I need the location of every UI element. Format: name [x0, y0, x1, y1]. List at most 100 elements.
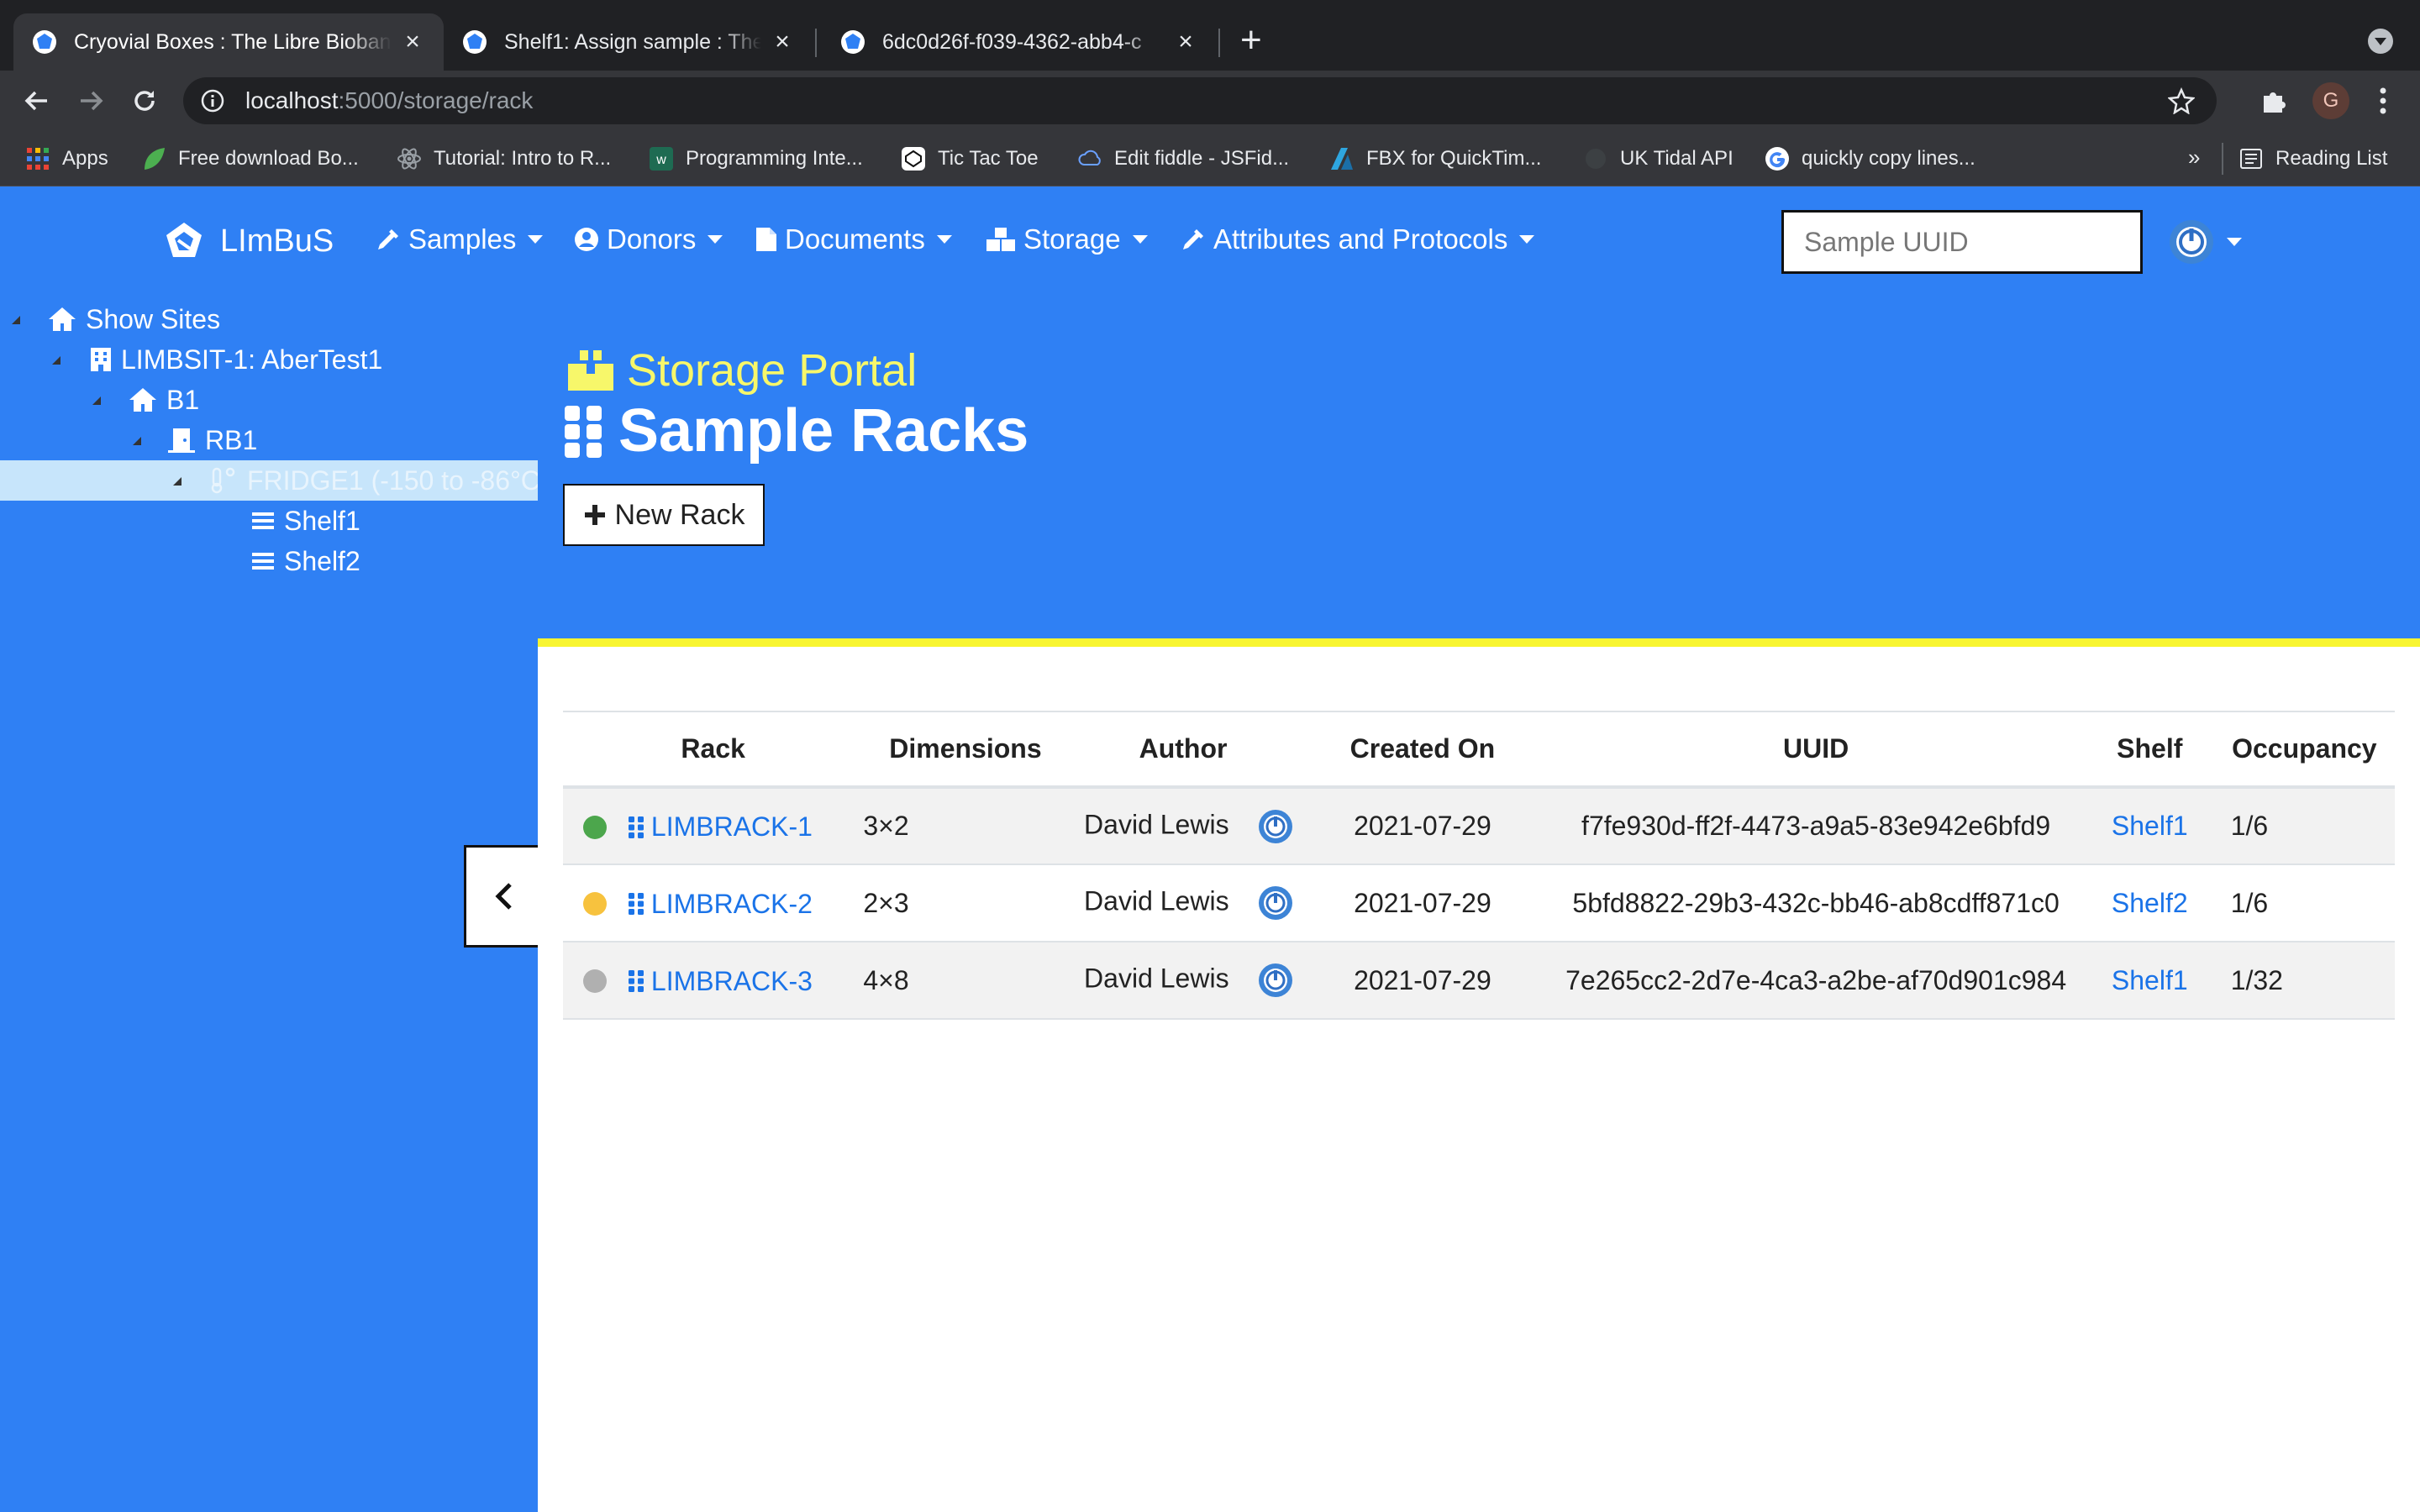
bookmark-item[interactable]: w Programming Inte...: [649, 143, 863, 175]
column-header[interactable]: UUID: [1546, 711, 2086, 789]
table-row: LIMBRACK-3 4×8 David Lewis 2021-07-29 7e…: [563, 942, 2395, 1020]
menu-storage[interactable]: Storage: [985, 223, 1148, 255]
occupancy-cell: 1/32: [2213, 942, 2395, 1020]
tree-node-site[interactable]: LIMBSIT-1: AberTest1: [0, 339, 538, 380]
back-button[interactable]: [18, 82, 55, 119]
menu-samples[interactable]: Samples: [375, 223, 544, 255]
menu-label: Samples: [408, 223, 517, 255]
eyedropper-icon: [1183, 229, 1203, 249]
status-dot-icon: [583, 815, 607, 839]
limbus-favicon-icon: [841, 30, 865, 54]
author-cell: David Lewis: [1067, 787, 1299, 865]
bookmark-item[interactable]: UK Tidal API: [1583, 143, 1733, 175]
tree-node-fridge[interactable]: FRIDGE1 (-150 to -86°C): [0, 460, 538, 501]
tree-node-root[interactable]: Show Sites: [0, 299, 538, 339]
document-icon: [756, 228, 776, 251]
sidebar-collapse-button[interactable]: [464, 845, 539, 948]
tree-label: Shelf1: [284, 505, 360, 536]
author-cell: David Lewis: [1067, 864, 1299, 942]
react-atom-icon: [397, 148, 421, 170]
tree-label: FRIDGE1 (-150 to -86°C): [247, 465, 538, 496]
browser-tab-3[interactable]: 6dc0d26f-f039-4362-abb4-c ×: [822, 13, 1217, 71]
bookmark-item[interactable]: FBX for QuickTim...: [1329, 143, 1541, 175]
sample-uuid-search-input[interactable]: [1781, 210, 2143, 274]
reading-list-button[interactable]: Reading List: [2238, 143, 2387, 175]
bookmark-apps[interactable]: Apps: [25, 143, 108, 175]
bookmark-label: Edit fiddle - JSFid...: [1114, 147, 1290, 170]
reload-button[interactable]: [126, 82, 163, 119]
tab-search-icon[interactable]: [2368, 29, 2393, 54]
user-circle-icon: [575, 228, 598, 251]
page-title-text: Sample Racks: [618, 397, 1029, 465]
created-on-cell: 2021-07-29: [1298, 787, 1547, 865]
menu-documents[interactable]: Documents: [755, 223, 952, 255]
info-icon[interactable]: [200, 88, 225, 113]
boxes-icon: [986, 228, 1015, 251]
column-header[interactable]: Occupancy: [2213, 711, 2395, 789]
url-path: :5000/storage/rack: [338, 87, 534, 113]
tab-close-icon[interactable]: ×: [770, 28, 795, 56]
tab-close-icon[interactable]: ×: [400, 28, 425, 56]
created-on-cell: 2021-07-29: [1298, 864, 1547, 942]
shelf-link[interactable]: Shelf1: [2112, 965, 2188, 995]
tree-node-room[interactable]: RB1: [0, 420, 538, 460]
user-menu[interactable]: [2168, 218, 2242, 265]
tree-expand-icon[interactable]: [52, 356, 60, 365]
column-header[interactable]: Rack: [563, 711, 864, 789]
rack-link[interactable]: LIMBRACK-1: [628, 811, 813, 843]
bookmark-item[interactable]: Tutorial: Intro to R...: [397, 143, 611, 175]
tree-node-content: Shelf2: [250, 546, 360, 577]
rack-name: LIMBRACK-2: [650, 888, 813, 919]
browser-tab-strip: Cryovial Boxes : The Libre Biobank × She…: [0, 0, 2420, 71]
rack-name: LIMBRACK-3: [650, 965, 813, 996]
tree-node-shelf1[interactable]: Shelf1: [0, 501, 538, 541]
bookmark-item[interactable]: Free download Bo...: [141, 143, 359, 175]
address-bar[interactable]: localhost:5000/storage/rack: [183, 77, 2217, 124]
profile-avatar[interactable]: G: [2312, 82, 2349, 119]
user-avatar-icon[interactable]: [1258, 809, 1293, 844]
rack-link[interactable]: LIMBRACK-3: [628, 966, 813, 997]
bookmark-item[interactable]: quickly copy lines...: [1765, 143, 1975, 175]
new-rack-label: New Rack: [614, 498, 745, 531]
tree-expand-icon[interactable]: [92, 396, 101, 405]
bookmark-label: Tic Tac Toe: [938, 147, 1039, 170]
column-header[interactable]: Dimensions: [863, 711, 1068, 789]
more-bookmarks-button[interactable]: »: [2188, 144, 2200, 171]
chevron-down-icon: [1519, 235, 1535, 244]
dimensions-cell: 4×8: [863, 942, 1068, 1020]
user-avatar-icon[interactable]: [1258, 963, 1293, 998]
new-tab-button[interactable]: +: [1240, 22, 1262, 59]
app-navbar: LImBuS Samples Donors Documents Storage …: [0, 186, 2420, 299]
limbus-favicon-icon: [33, 30, 56, 54]
uuid-cell: 5bfd8822-29b3-432c-bb46-ab8cdff871c0: [1546, 864, 2086, 942]
rack-link[interactable]: LIMBRACK-2: [628, 889, 813, 920]
brand-link[interactable]: LImBuS: [163, 220, 334, 262]
bookmark-star-icon[interactable]: [2168, 87, 2195, 114]
more-vert-icon[interactable]: [2378, 86, 2388, 116]
tree-expand-icon[interactable]: [12, 316, 20, 324]
reading-list-icon: [2240, 149, 2262, 169]
list-icon: [252, 553, 274, 570]
browser-tab-2[interactable]: Shelf1: Assign sample : The Libre Bioban…: [444, 13, 813, 71]
bookmark-item[interactable]: Edit fiddle - JSFid...: [1077, 143, 1289, 175]
tab-close-icon[interactable]: ×: [1173, 28, 1198, 56]
browser-tab-1[interactable]: Cryovial Boxes : The Libre Biobank ×: [13, 13, 444, 71]
tree-node-building[interactable]: B1: [0, 380, 538, 420]
tree-node-content: Show Sites: [47, 304, 220, 335]
bookmark-item[interactable]: Tic Tac Toe: [901, 143, 1039, 175]
new-rack-button[interactable]: New Rack: [563, 484, 765, 546]
tree-node-shelf2[interactable]: Shelf2: [0, 541, 538, 581]
arrow-left-icon: [24, 91, 47, 111]
menu-donors[interactable]: Donors: [573, 223, 723, 255]
tree-expand-icon[interactable]: [173, 477, 182, 486]
shelf-link[interactable]: Shelf2: [2112, 888, 2188, 918]
column-header[interactable]: Created On: [1298, 711, 1547, 789]
extensions-puzzle-icon[interactable]: [2259, 86, 2289, 116]
column-header[interactable]: Author: [1067, 711, 1299, 789]
user-avatar-icon[interactable]: [1258, 885, 1293, 921]
shelf-link[interactable]: Shelf1: [2112, 811, 2188, 841]
menu-attributes-protocols[interactable]: Attributes and Protocols: [1180, 223, 1535, 255]
column-header[interactable]: Shelf: [2085, 711, 2214, 789]
tree-expand-icon[interactable]: [133, 437, 141, 445]
forward-button[interactable]: [72, 82, 109, 119]
